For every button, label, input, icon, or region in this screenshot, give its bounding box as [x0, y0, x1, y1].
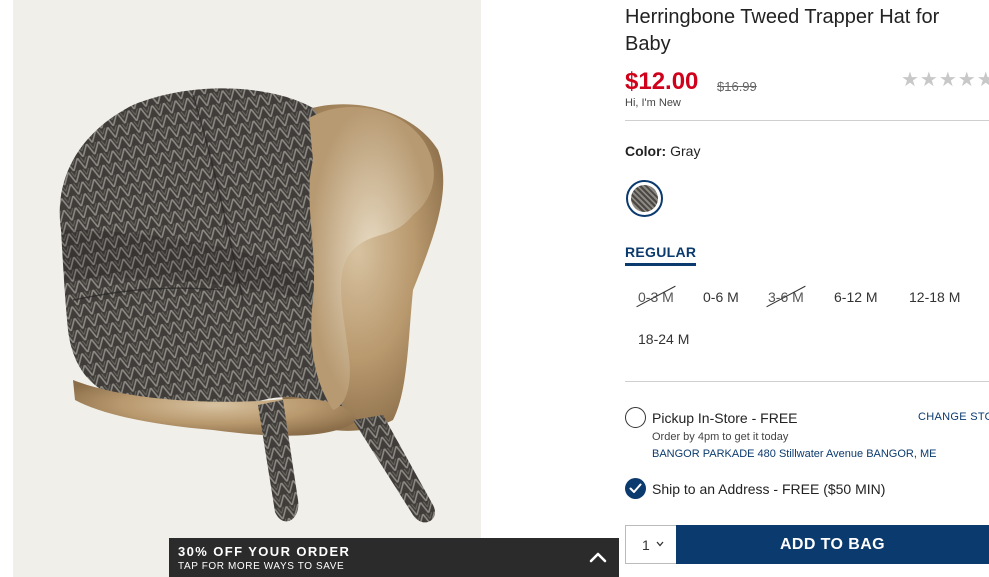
color-label: Color: — [625, 143, 667, 159]
product-details-panel: Herringbone Tweed Trapper Hat for Baby $… — [625, 0, 989, 577]
original-price: $16.99 — [717, 79, 757, 94]
divider — [625, 120, 989, 121]
size-option-6-12m[interactable]: 6-12 M — [834, 289, 878, 305]
add-to-bag-button[interactable]: ADD TO BAG — [676, 525, 989, 564]
rating-stars-icon[interactable]: ★★★★★ — [901, 67, 989, 92]
size-option-0-3m[interactable]: 0-3 M — [638, 289, 674, 305]
size-option-12-18m[interactable]: 12-18 M — [909, 289, 960, 305]
ship-label[interactable]: Ship to an Address - FREE ($50 MIN) — [652, 481, 885, 497]
product-title: Herringbone Tweed Trapper Hat for Baby — [625, 6, 940, 55]
size-option-0-6m[interactable]: 0-6 M — [703, 289, 739, 305]
color-row: Color: Gray — [625, 143, 700, 159]
promo-subtitle: TAP FOR MORE WAYS TO SAVE — [178, 561, 345, 572]
quantity-value: 1 — [642, 537, 650, 553]
size-group-tab-regular[interactable]: REGULAR — [625, 244, 697, 266]
ship-radio[interactable] — [625, 478, 646, 499]
promo-title: 30% OFF YOUR ORDER — [178, 544, 351, 559]
chevron-up-icon[interactable] — [589, 550, 607, 564]
color-swatch-gray[interactable] — [626, 180, 663, 217]
trapper-hat-illustration — [59, 88, 444, 523]
color-value: Gray — [670, 143, 701, 159]
pickup-note: Order by 4pm to get it today — [652, 431, 789, 443]
sale-price: $12.00 — [625, 68, 699, 95]
chevron-down-icon — [656, 541, 664, 547]
pickup-radio[interactable] — [625, 407, 646, 428]
pickup-label[interactable]: Pickup In-Store - FREE — [652, 410, 798, 426]
divider — [625, 381, 989, 382]
checkmark-icon — [629, 483, 642, 493]
quantity-select[interactable]: 1 — [625, 525, 676, 564]
product-image[interactable] — [13, 0, 481, 577]
promo-banner[interactable]: 30% OFF YOUR ORDER TAP FOR MORE WAYS TO … — [169, 538, 619, 577]
size-option-3-6m[interactable]: 3-6 M — [768, 289, 804, 305]
size-option-18-24m[interactable]: 18-24 M — [638, 331, 689, 347]
new-badge: Hi, I'm New — [625, 97, 681, 109]
change-store-link[interactable]: CHANGE STORE — [918, 411, 989, 423]
store-address-link[interactable]: BANGOR PARKADE 480 Stillwater Avenue BAN… — [652, 448, 936, 460]
